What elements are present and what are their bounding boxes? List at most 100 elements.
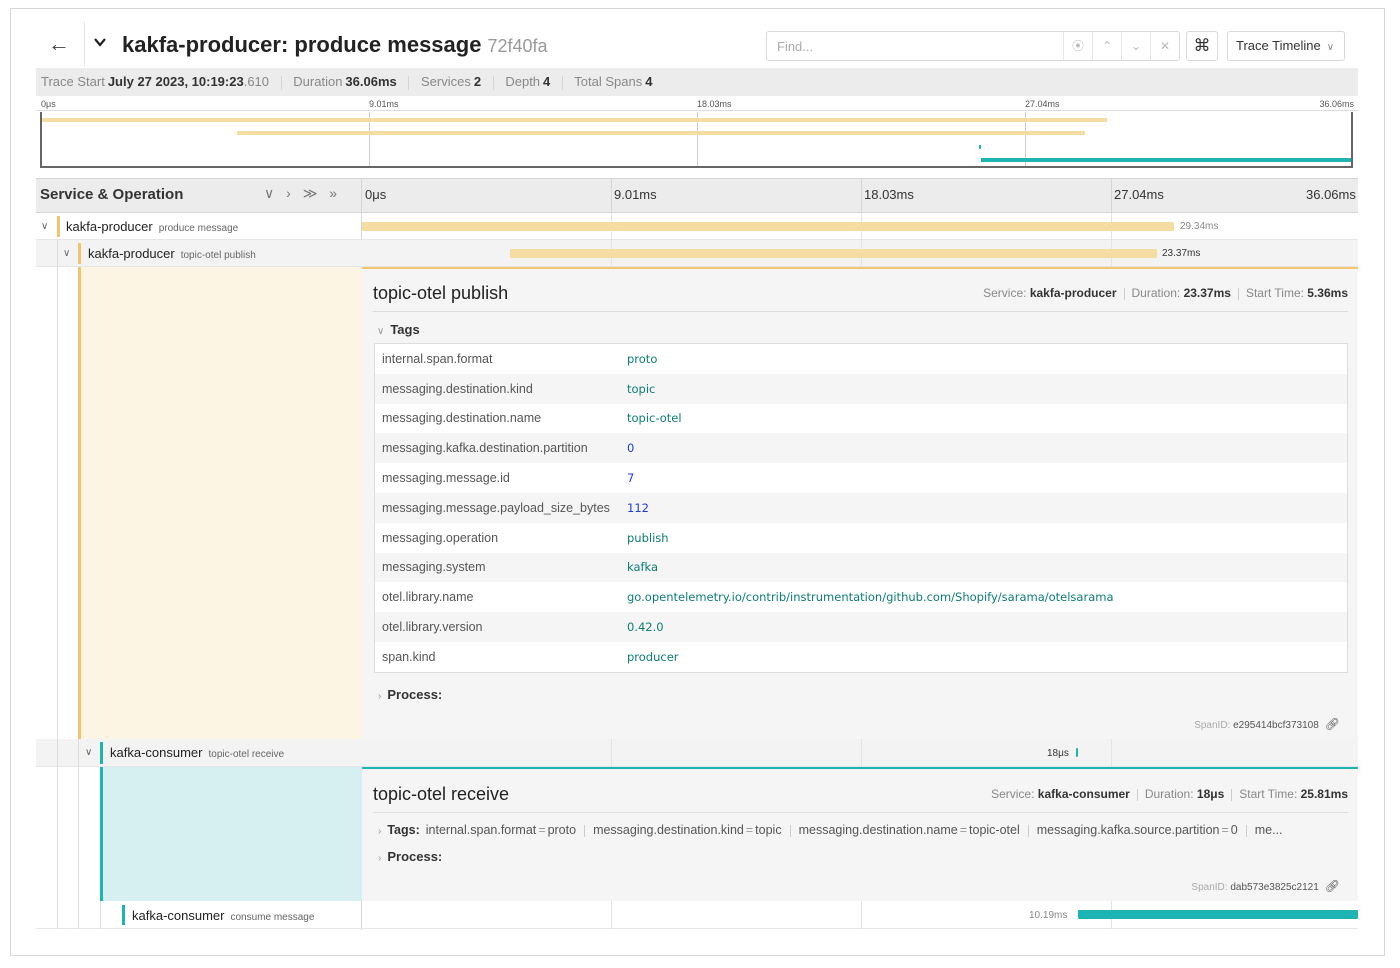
link-icon[interactable]: 🔗︎ bbox=[1325, 717, 1340, 731]
expand-collapse-controls[interactable]: ∨ › ≫ » bbox=[264, 185, 341, 202]
prev-result-icon[interactable]: ⌃ bbox=[1092, 32, 1121, 60]
trace-meta-bar: Trace Start July 27 2023, 10:19:23.610 Du… bbox=[36, 68, 1358, 96]
tag-row[interactable]: messaging.destination.name topic-otel bbox=[375, 404, 1347, 434]
chevron-down-icon: ∨ bbox=[377, 326, 385, 337]
tag-row[interactable]: internal.span.format proto bbox=[375, 344, 1347, 374]
detail-meta: Service: kakfa-producer Duration: 23.37ms… bbox=[983, 286, 1348, 300]
tag-key: span.kind bbox=[382, 649, 436, 664]
inline-tag-value: topic bbox=[755, 823, 782, 837]
span-row[interactable]: kafka-consumer consume message 10.19ms bbox=[36, 901, 1358, 929]
span-name: kakfa-producer produce message bbox=[66, 219, 239, 234]
process-toggle[interactable]: › Process: bbox=[378, 849, 442, 864]
tag-value: topic-otel bbox=[627, 411, 682, 426]
span-bar[interactable] bbox=[362, 222, 1174, 231]
tag-value: 7 bbox=[627, 471, 635, 486]
detail-gutter bbox=[36, 267, 362, 739]
tag-value: publish bbox=[627, 530, 669, 545]
detail-title: topic-otel publish bbox=[373, 283, 509, 303]
tag-row[interactable]: otel.library.name go.opentelemetry.io/con… bbox=[375, 582, 1347, 612]
back-arrow-icon[interactable]: ← bbox=[46, 31, 72, 57]
inline-tag-key: messaging.destination.kind bbox=[593, 823, 744, 837]
next-result-icon[interactable]: ⌄ bbox=[1121, 32, 1150, 60]
service-color-bar bbox=[100, 742, 103, 764]
service-color-bar bbox=[78, 243, 81, 264]
view-select[interactable]: Trace Timeline ∨ bbox=[1227, 31, 1345, 61]
timeline-gridline bbox=[1111, 178, 1112, 213]
collapse-chevron-icon[interactable] bbox=[94, 36, 106, 48]
tag-key: messaging.message.payload_size_bytes bbox=[382, 500, 610, 515]
tag-key: messaging.destination.kind bbox=[382, 381, 533, 396]
minimap-span-bar bbox=[236, 131, 1085, 136]
tags-label: Tags: bbox=[387, 823, 420, 837]
span-id: SpanID: dab573e3825c2121 🔗︎ bbox=[1191, 879, 1340, 893]
tag-row[interactable]: messaging.message.id 7 bbox=[375, 463, 1347, 493]
tags-toggle[interactable]: › Tags: internal.span.format = proto messagin… bbox=[378, 823, 1348, 837]
timeline-tick: 9.01ms bbox=[614, 187, 657, 202]
chevron-down-icon[interactable]: ∨ bbox=[63, 248, 70, 259]
chevron-down-icon[interactable]: ∨ bbox=[85, 747, 92, 758]
tag-value: producer bbox=[627, 649, 679, 664]
chevron-down-icon[interactable]: ∨ bbox=[41, 221, 48, 232]
tag-row[interactable]: span.kind producer bbox=[375, 642, 1347, 672]
chevron-right-icon: › bbox=[378, 826, 382, 837]
tag-key: internal.span.format bbox=[382, 351, 493, 366]
find-nav-buttons: ⦿ ⌃ ⌄ ✕ bbox=[1063, 31, 1180, 61]
inline-tag-key: messaging.destination.name bbox=[798, 823, 958, 837]
tag-row[interactable]: messaging.message.payload_size_bytes 112 bbox=[375, 492, 1347, 523]
find-input[interactable] bbox=[766, 31, 1064, 61]
trace-start-value: July 27 2023, 10:19:23 bbox=[107, 74, 244, 89]
tag-value: 0 bbox=[627, 441, 635, 456]
tag-row[interactable]: messaging.kafka.destination.partition 0 bbox=[375, 433, 1347, 464]
trace-minimap[interactable] bbox=[40, 112, 1353, 168]
link-icon[interactable]: 🔗︎ bbox=[1325, 879, 1340, 893]
span-bar[interactable] bbox=[510, 249, 1157, 258]
span-bar[interactable] bbox=[1078, 910, 1358, 919]
depth-value: 4 bbox=[543, 74, 551, 89]
keyboard-shortcuts-icon[interactable]: ⌘ bbox=[1186, 31, 1218, 61]
span-row[interactable]: ∨ kakfa-producer topic-otel publish 23.37… bbox=[36, 240, 1358, 267]
span-duration-label: 18μs bbox=[1047, 748, 1069, 759]
detail-gutter bbox=[36, 767, 362, 901]
tag-row[interactable]: otel.library.version 0.42.0 bbox=[375, 612, 1347, 642]
tag-key: messaging.message.id bbox=[382, 471, 510, 486]
span-row[interactable]: ∨ kafka-consumer topic-otel receive 18μs bbox=[36, 739, 1358, 767]
span-bar[interactable] bbox=[1076, 748, 1078, 757]
service-color-bar bbox=[57, 216, 60, 237]
services-value: 2 bbox=[473, 74, 482, 89]
tag-value: go.opentelemetry.io/contrib/instrumentat… bbox=[627, 590, 1114, 605]
tag-row[interactable]: messaging.operation publish bbox=[375, 523, 1347, 553]
duration-value: 36.06ms bbox=[345, 74, 397, 89]
span-name: kafka-consumer topic-otel receive bbox=[110, 745, 285, 760]
process-toggle[interactable]: › Process: bbox=[378, 687, 442, 702]
tags-toggle[interactable]: ∨ Tags bbox=[377, 322, 420, 337]
tag-key: otel.library.version bbox=[382, 620, 483, 635]
clear-search-icon[interactable]: ✕ bbox=[1150, 32, 1179, 60]
minimap-span-bar bbox=[42, 117, 1108, 122]
span-row[interactable]: ∨ kakfa-producer produce message 29.34ms bbox=[36, 213, 1358, 240]
tag-row[interactable]: messaging.destination.kind topic bbox=[375, 373, 1347, 404]
trace-title[interactable]: kakfa-producer: produce message 72f40fa bbox=[122, 32, 548, 58]
minimap-span-bar bbox=[978, 144, 981, 149]
tag-value: 0.42.0 bbox=[627, 620, 664, 635]
tag-key: messaging.kafka.destination.partition bbox=[382, 441, 588, 456]
chevron-right-icon: › bbox=[378, 691, 382, 702]
minimap-span-bar bbox=[981, 158, 1351, 163]
inline-tag-value: proto bbox=[547, 823, 577, 837]
tag-row[interactable]: messaging.system kafka bbox=[375, 552, 1347, 583]
timeline-tick: 0μs bbox=[365, 187, 387, 202]
locate-icon[interactable]: ⦿ bbox=[1063, 32, 1092, 60]
minimap-ticks: 0μs 9.01ms 18.03ms 27.04ms 36.06ms bbox=[36, 97, 1358, 111]
tag-key: messaging.operation bbox=[382, 530, 499, 545]
timeline-tick: 36.06ms bbox=[1306, 187, 1356, 202]
header-divider bbox=[84, 22, 85, 66]
detail-meta: Service: kafka-consumer Duration: 18μs Sta… bbox=[991, 787, 1348, 801]
timeline-gridline bbox=[611, 178, 612, 213]
span-name: kakfa-producer topic-otel publish bbox=[88, 246, 256, 261]
chevron-down-icon: ∨ bbox=[1326, 42, 1335, 53]
tag-value: proto bbox=[627, 351, 658, 366]
span-duration-label: 10.19ms bbox=[1029, 910, 1068, 921]
span-duration-label: 29.34ms bbox=[1180, 221, 1219, 232]
service-operation-header: Service & Operation bbox=[40, 186, 184, 203]
tag-key: messaging.system bbox=[382, 560, 486, 575]
tag-key: messaging.destination.name bbox=[382, 411, 542, 426]
